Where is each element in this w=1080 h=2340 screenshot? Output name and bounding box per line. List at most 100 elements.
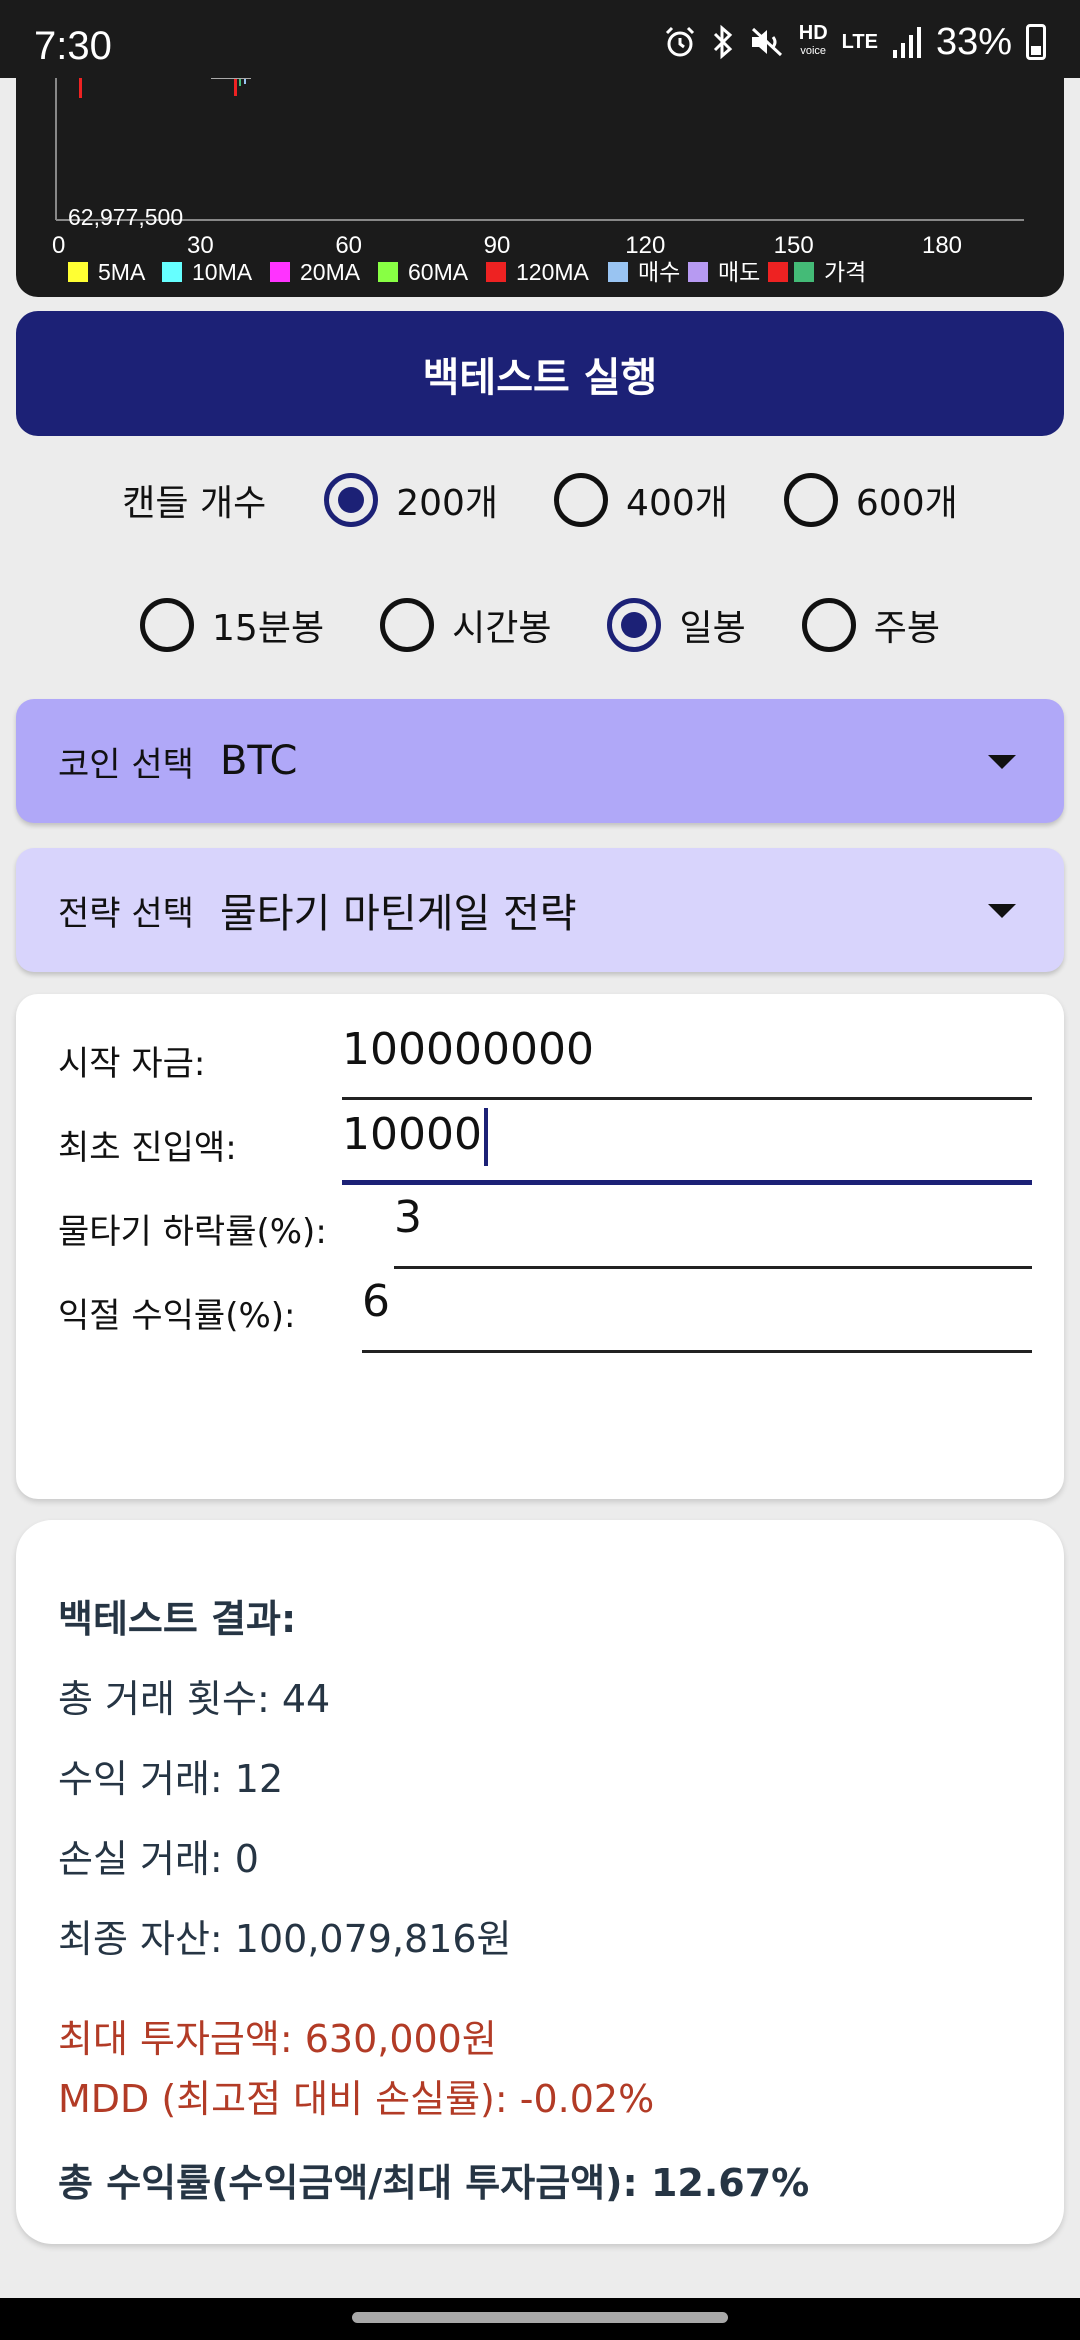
x-tick-label: 0 — [52, 232, 65, 259]
start-capital-label: 시작 자금: — [58, 1044, 206, 1084]
candle-mark — [239, 78, 241, 86]
alarm-icon — [665, 26, 694, 57]
x-tick-label: 30 — [187, 232, 214, 259]
radio-candles-200[interactable]: 200개 — [324, 473, 498, 527]
result-win-trades: 수익 거래: 12 — [58, 1757, 284, 1801]
result-loss-trades: 손실 거래: 0 — [58, 1837, 259, 1881]
chart-min-label: 62,977,500 — [68, 204, 183, 230]
radio-circle[interactable] — [380, 598, 435, 652]
price-chart[interactable]: 62,977,500 0 30 60 90 120 150 180 5MA 10MA 20MA 6… — [16, 78, 1064, 297]
radio-circle[interactable] — [783, 473, 838, 527]
legend-label: 매수 — [638, 259, 680, 285]
home-gesture-handle[interactable] — [352, 2312, 728, 2323]
signal-icon — [892, 27, 921, 58]
status-icons: HD voice LTE 33% — [663, 20, 1046, 64]
initial-entry-underline — [342, 1180, 1032, 1185]
radio-interval-day[interactable]: 일봉 — [607, 598, 746, 652]
candle-mark — [234, 78, 237, 96]
start-capital-underline — [342, 1097, 1032, 1100]
radio-label: 200개 — [396, 483, 499, 524]
x-tick-label: 180 — [922, 232, 962, 259]
result-total-trades: 총 거래 횟수: 44 — [58, 1677, 331, 1721]
start-capital-input[interactable]: 100000000 — [342, 1024, 594, 1075]
hd-sub-label: voice — [800, 45, 827, 57]
radio-circle[interactable] — [140, 598, 195, 652]
legend-label: 20MA — [300, 259, 361, 285]
legend-swatch — [68, 262, 88, 282]
x-tick-label: 90 — [484, 232, 511, 259]
bluetooth-icon — [713, 24, 732, 60]
legend-label: 5MA — [98, 259, 146, 285]
chart-svg: 62,977,500 0 30 60 90 120 150 180 5MA 10MA 20MA 6… — [52, 78, 1024, 285]
take-profit-label: 익절 수익률(%): — [58, 1296, 296, 1336]
radio-label: 일봉 — [679, 608, 746, 649]
dropdown-arrow-icon — [988, 904, 1016, 918]
legend-swatch — [378, 262, 398, 282]
text-cursor — [483, 1108, 488, 1166]
chart-legend: 5MA 10MA 20MA 60MA 120MA 매수 매도 가격 — [68, 259, 866, 285]
x-tick-label: 150 — [774, 232, 814, 259]
legend-swatch — [270, 262, 290, 282]
legend-label: 10MA — [192, 259, 253, 285]
candle-mark — [79, 78, 82, 98]
dropdown-arrow-icon — [988, 755, 1016, 769]
legend-swatch — [768, 262, 788, 282]
hd-label: HD — [798, 22, 828, 44]
legend-swatch — [486, 262, 506, 282]
x-tick-labels: 0 30 60 90 120 150 180 — [52, 232, 962, 259]
backtest-result-card: 백테스트 결과: 총 거래 횟수: 44 수익 거래: 12 손실 거래: 0 … — [16, 1520, 1064, 2244]
coin-select-label: 코인 선택 — [58, 744, 194, 785]
initial-entry-label: 최초 진입액: — [58, 1128, 237, 1168]
mute-icon — [751, 27, 782, 57]
legend-swatch — [162, 262, 182, 282]
radio-label: 시간봉 — [452, 608, 552, 649]
battery-icon — [1026, 24, 1046, 60]
drop-rate-input[interactable]: 3 — [394, 1192, 422, 1243]
result-final-assets: 최종 자산: 100,079,816원 — [58, 1917, 512, 1961]
strategy-select-value: 물타기 마틴게일 전략 — [219, 891, 577, 937]
result-title: 백테스트 결과: — [58, 1597, 297, 1641]
interval-group: 15분봉 시간봉 일봉 주봉 — [0, 590, 1080, 660]
initial-entry-input[interactable]: 10000 — [342, 1108, 488, 1166]
parameter-card: 시작 자금: 100000000 최초 진입액: 10000 물타기 하락률(%… — [16, 994, 1064, 1499]
legend-label: 60MA — [408, 259, 469, 285]
radio-candles-600[interactable]: 600개 — [783, 473, 958, 527]
drop-rate-label: 물타기 하락률(%): — [58, 1212, 327, 1252]
radio-label: 400개 — [626, 483, 728, 524]
candle-count-label: 캔들 개수 — [122, 483, 267, 524]
run-backtest-button[interactable]: 백테스트 실행 — [16, 311, 1064, 436]
radio-candles-400[interactable]: 400개 — [554, 473, 728, 527]
nav-bar — [0, 2298, 1080, 2340]
status-time: 7:30 — [34, 24, 112, 68]
strategy-select-dropdown[interactable]: 전략 선택 물타기 마틴게일 전략 — [16, 848, 1064, 972]
legend-swatch — [688, 262, 708, 282]
coin-select-value: BTC — [219, 738, 298, 784]
radio-circle-selected[interactable] — [324, 473, 379, 527]
radio-label: 주봉 — [873, 608, 940, 649]
radio-circle-selected[interactable] — [607, 598, 662, 652]
radio-circle[interactable] — [554, 473, 609, 527]
lte-label: LTE — [841, 31, 878, 53]
drop-rate-underline — [394, 1266, 1032, 1269]
hd-voice-icon: HD voice — [798, 22, 828, 60]
strategy-select-label: 전략 선택 — [58, 893, 194, 934]
coin-select-dropdown[interactable]: 코인 선택 BTC — [16, 699, 1064, 823]
x-tick-label: 120 — [625, 232, 665, 259]
candle-count-group: 캔들 개수 200개 400개 600개 — [0, 465, 1080, 535]
legend-label: 가격 — [824, 259, 866, 285]
status-bar: 7:30 HD voice LTE 33% — [0, 0, 1080, 78]
take-profit-underline — [362, 1350, 1032, 1353]
result-total-return: 총 수익률(수익금액/최대 투자금액): 12.67% — [58, 2161, 810, 2205]
take-profit-input[interactable]: 6 — [362, 1276, 390, 1327]
result-mdd: MDD (최고점 대비 손실률): -0.02% — [58, 2077, 655, 2121]
legend-label: 120MA — [516, 259, 590, 285]
radio-interval-hour[interactable]: 시간봉 — [380, 598, 551, 652]
legend-swatch — [608, 262, 628, 282]
initial-entry-value: 10000 — [342, 1109, 482, 1160]
radio-interval-15min[interactable]: 15분봉 — [140, 598, 324, 652]
radio-interval-week[interactable]: 주봉 — [801, 598, 940, 652]
result-max-invest: 최대 투자금액: 630,000원 — [58, 2017, 497, 2061]
radio-circle[interactable] — [801, 598, 856, 652]
legend-label: 매도 — [718, 259, 760, 285]
legend-swatch — [794, 262, 814, 282]
